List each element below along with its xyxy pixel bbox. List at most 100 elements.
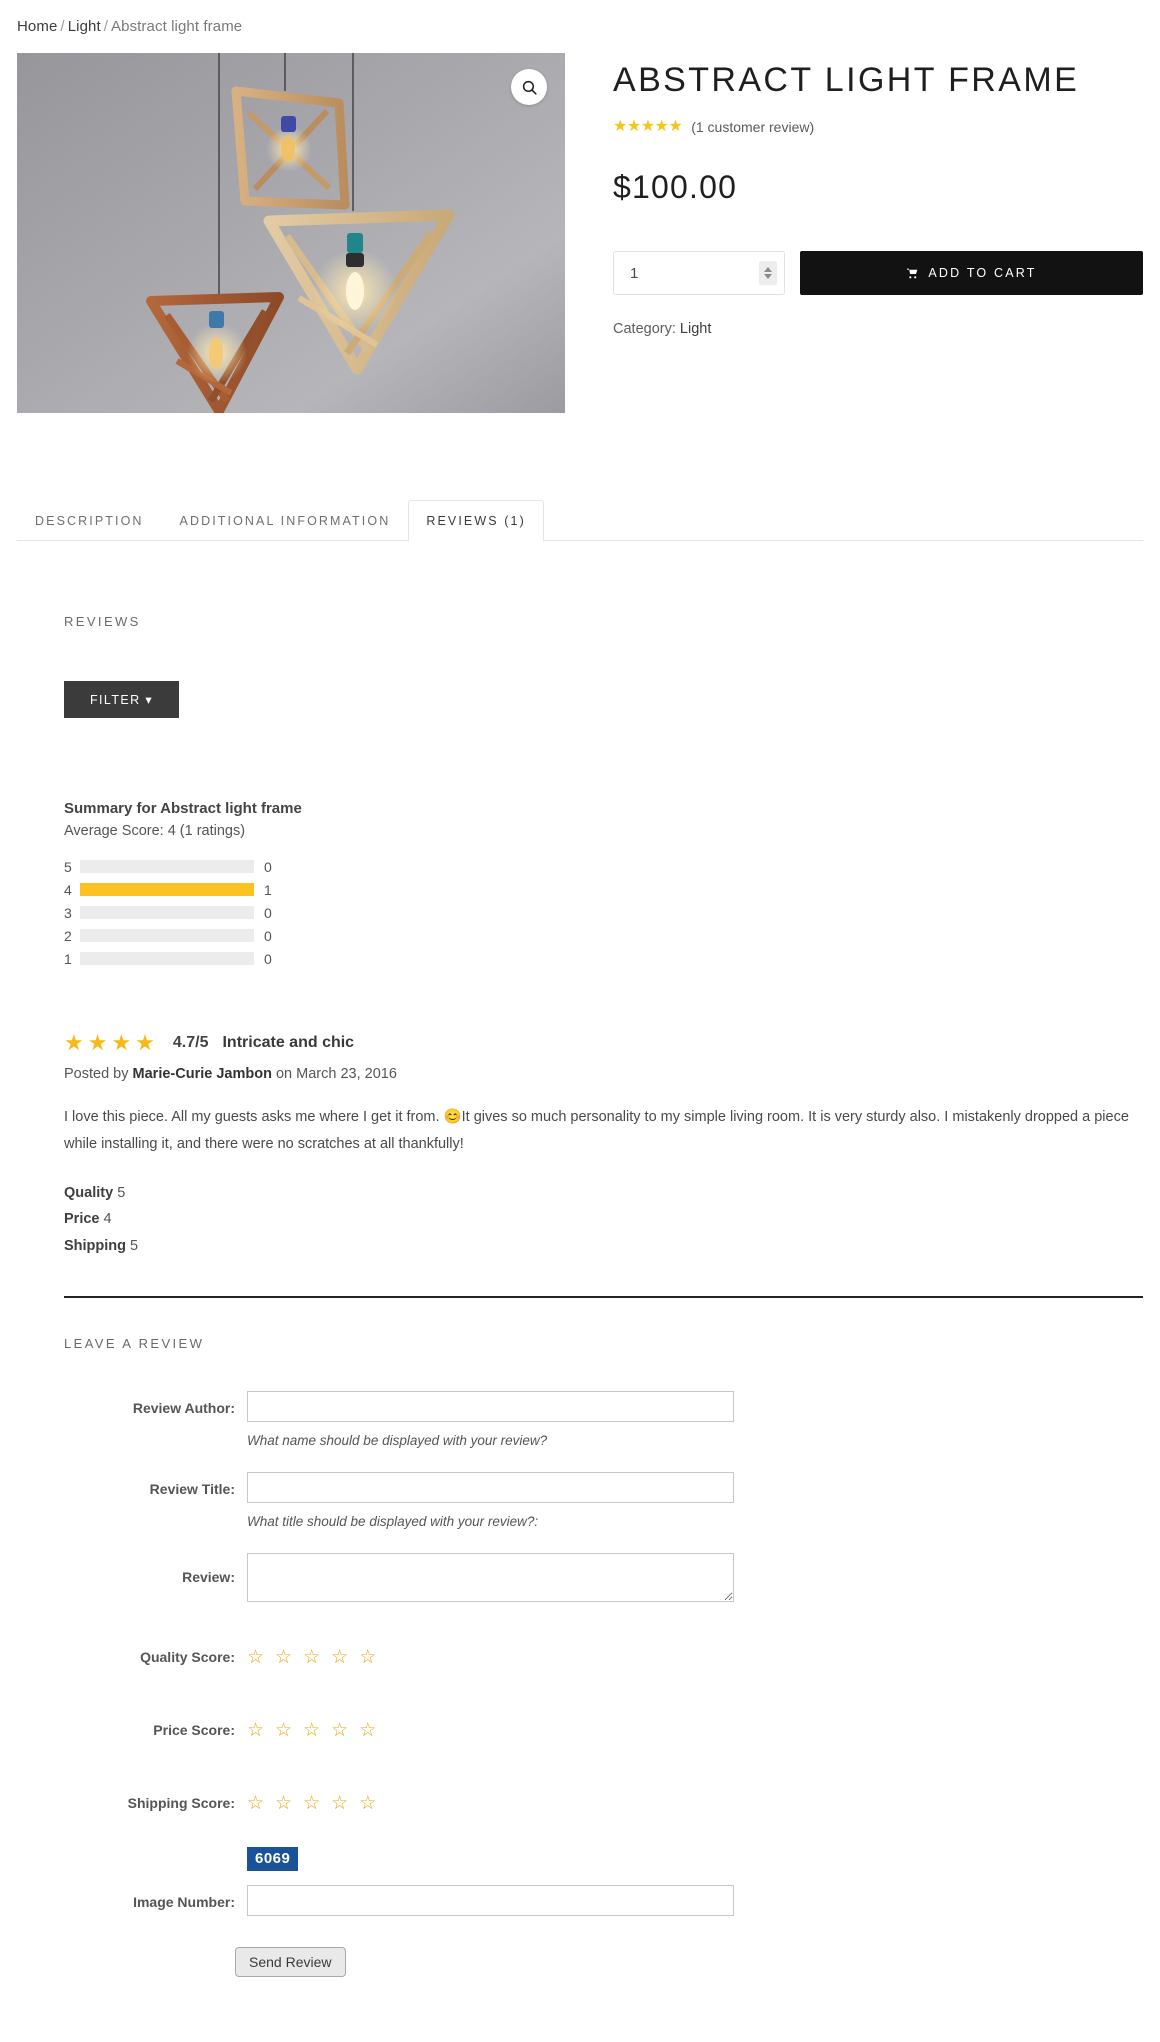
- rating-stars: ★★★★★: [613, 118, 683, 136]
- add-to-cart-button[interactable]: ADD TO CART: [800, 251, 1143, 296]
- histogram-count: 0: [264, 858, 272, 875]
- quantity-stepper[interactable]: [613, 251, 785, 296]
- breadcrumb-separator-2: /: [103, 18, 109, 35]
- star-icon[interactable]: ☆: [359, 1787, 376, 1821]
- review-title-hint: What title should be displayed with your…: [247, 1514, 539, 1530]
- product-gallery[interactable]: [17, 53, 565, 413]
- star-icon[interactable]: ☆: [359, 1641, 376, 1675]
- review-criterion-label: Shipping: [64, 1238, 127, 1255]
- histogram-track: [80, 883, 254, 896]
- add-to-cart-label: ADD TO CART: [928, 266, 1037, 281]
- histogram-track: [80, 929, 254, 942]
- review-byline: Posted by Marie-Curie Jambon on March 23…: [64, 1066, 1143, 1082]
- review-title-input[interactable]: [247, 1472, 734, 1504]
- filter-button[interactable]: FILTER ▾: [64, 681, 180, 718]
- star-icon[interactable]: ☆: [331, 1641, 348, 1675]
- histogram-track: [80, 906, 254, 919]
- star-icon[interactable]: ☆: [359, 1714, 376, 1748]
- histogram-row: 30: [64, 901, 286, 924]
- section-divider: [64, 1296, 1143, 1299]
- field-shipping-score: Shipping Score: ☆ ☆ ☆ ☆ ☆: [45, 1786, 1143, 1821]
- product-meta: Category: Light: [613, 321, 1143, 337]
- quality-score-stars[interactable]: ☆ ☆ ☆ ☆ ☆: [247, 1640, 734, 1675]
- leave-review-form: Review Author: What name should be displ…: [45, 1391, 1143, 1978]
- histogram-fill: [80, 883, 254, 896]
- quality-score-label: Quality Score:: [140, 1649, 235, 1666]
- star-icon[interactable]: ☆: [275, 1787, 292, 1821]
- add-to-cart-form: ADD TO CART: [613, 251, 1143, 296]
- chevron-up-icon[interactable]: [764, 267, 772, 273]
- review-criteria: Quality 5 Price 4 Shipping 5: [64, 1180, 1143, 1260]
- breadcrumb-home[interactable]: Home: [17, 18, 57, 35]
- image-number-input[interactable]: [247, 1885, 734, 1917]
- review-body-textarea[interactable]: [247, 1553, 734, 1603]
- product-summary-section: ABSTRACT LIGHT FRAME ★★★★★ (1 customer r…: [0, 35, 1160, 413]
- field-review-author: Review Author: What name should be displ…: [45, 1391, 1143, 1472]
- breadcrumb: Home / Light / Abstract light frame: [0, 0, 1160, 35]
- review-author-input[interactable]: [247, 1391, 734, 1423]
- submit-row: Send Review: [45, 1947, 1143, 1978]
- ratings-histogram: 5041302010: [64, 855, 286, 970]
- ratings-average: Average Score: 4 (1 ratings): [64, 823, 246, 839]
- breadcrumb-category[interactable]: Light: [68, 18, 101, 35]
- cart-icon: [906, 267, 919, 280]
- tab-additional-information[interactable]: ADDITIONAL INFORMATION: [162, 500, 409, 541]
- review-criterion-label: Price: [64, 1211, 100, 1228]
- price-score-stars[interactable]: ☆ ☆ ☆ ☆ ☆: [247, 1713, 734, 1748]
- product-tabs-wrap: DESCRIPTION ADDITIONAL INFORMATION REVIE…: [0, 499, 1160, 542]
- star-icon[interactable]: ☆: [247, 1641, 264, 1675]
- send-review-button[interactable]: Send Review: [235, 1947, 346, 1978]
- captcha-row: 6069: [45, 1847, 1143, 1872]
- breadcrumb-separator-1: /: [60, 18, 65, 35]
- shipping-score-label: Shipping Score:: [127, 1795, 235, 1812]
- histogram-count: 0: [264, 927, 272, 944]
- chevron-down-icon[interactable]: [764, 274, 772, 280]
- reviews-panel: REVIEWS FILTER ▾ Summary for Abstract li…: [0, 614, 1160, 2019]
- reviews-panel-inner: REVIEWS FILTER ▾ Summary for Abstract li…: [17, 614, 1143, 2019]
- review-stars: ★★★★: [64, 1030, 159, 1055]
- quantity-spinner[interactable]: [759, 261, 777, 286]
- review-body: I love this piece. All my guests asks me…: [64, 1109, 1129, 1152]
- review-criterion: Quality 5: [64, 1180, 1143, 1207]
- star-icon[interactable]: ☆: [331, 1787, 348, 1821]
- review-score: 4.7/5: [172, 1034, 209, 1051]
- star-icon[interactable]: ☆: [275, 1641, 292, 1675]
- review-title-label: Review Title:: [149, 1481, 235, 1498]
- ratings-summary-title: Summary for Abstract light frame: [64, 800, 302, 817]
- star-icon[interactable]: ☆: [247, 1787, 264, 1821]
- histogram-star-label: 3: [64, 904, 72, 921]
- star-icon[interactable]: ☆: [331, 1714, 348, 1748]
- histogram-row: 41: [64, 878, 286, 901]
- price-score-label: Price Score:: [153, 1722, 235, 1739]
- review-criterion-label: Quality: [64, 1184, 114, 1201]
- review-author-label: Review Author:: [132, 1400, 235, 1417]
- review-author: Marie-Curie Jambon: [132, 1066, 272, 1082]
- search-icon: [522, 80, 537, 95]
- review-criterion: Shipping 5: [64, 1233, 1143, 1260]
- star-icon[interactable]: ☆: [247, 1714, 264, 1748]
- star-icon[interactable]: ☆: [303, 1787, 320, 1821]
- tab-reviews[interactable]: REVIEWS (1): [408, 500, 544, 542]
- star-icon[interactable]: ☆: [303, 1714, 320, 1748]
- customer-review-link[interactable]: (1 customer review): [691, 119, 814, 135]
- histogram-count: 1: [264, 881, 272, 898]
- product-page: Home / Light / Abstract light frame ABST…: [0, 0, 1160, 2019]
- category-value-link[interactable]: Light: [680, 321, 711, 337]
- review-criterion-value: 5: [117, 1184, 126, 1201]
- tab-description[interactable]: DESCRIPTION: [17, 500, 162, 541]
- shipping-score-stars[interactable]: ☆ ☆ ☆ ☆ ☆: [247, 1786, 734, 1821]
- product-image[interactable]: [17, 53, 565, 413]
- review-criterion-value: 4: [103, 1211, 112, 1228]
- product-tabs: DESCRIPTION ADDITIONAL INFORMATION REVIE…: [17, 499, 1143, 542]
- review-item: ★★★★ 4.7/5 Intricate and chic Posted by …: [64, 1032, 1143, 1260]
- review-criterion: Price 4: [64, 1206, 1143, 1233]
- star-icon[interactable]: ☆: [303, 1641, 320, 1675]
- histogram-track: [80, 860, 254, 873]
- reviews-heading: REVIEWS: [64, 614, 141, 629]
- zoom-button[interactable]: [511, 69, 547, 105]
- histogram-row: 20: [64, 924, 286, 947]
- histogram-star-label: 4: [64, 881, 72, 898]
- histogram-track: [80, 952, 254, 965]
- star-icon[interactable]: ☆: [275, 1714, 292, 1748]
